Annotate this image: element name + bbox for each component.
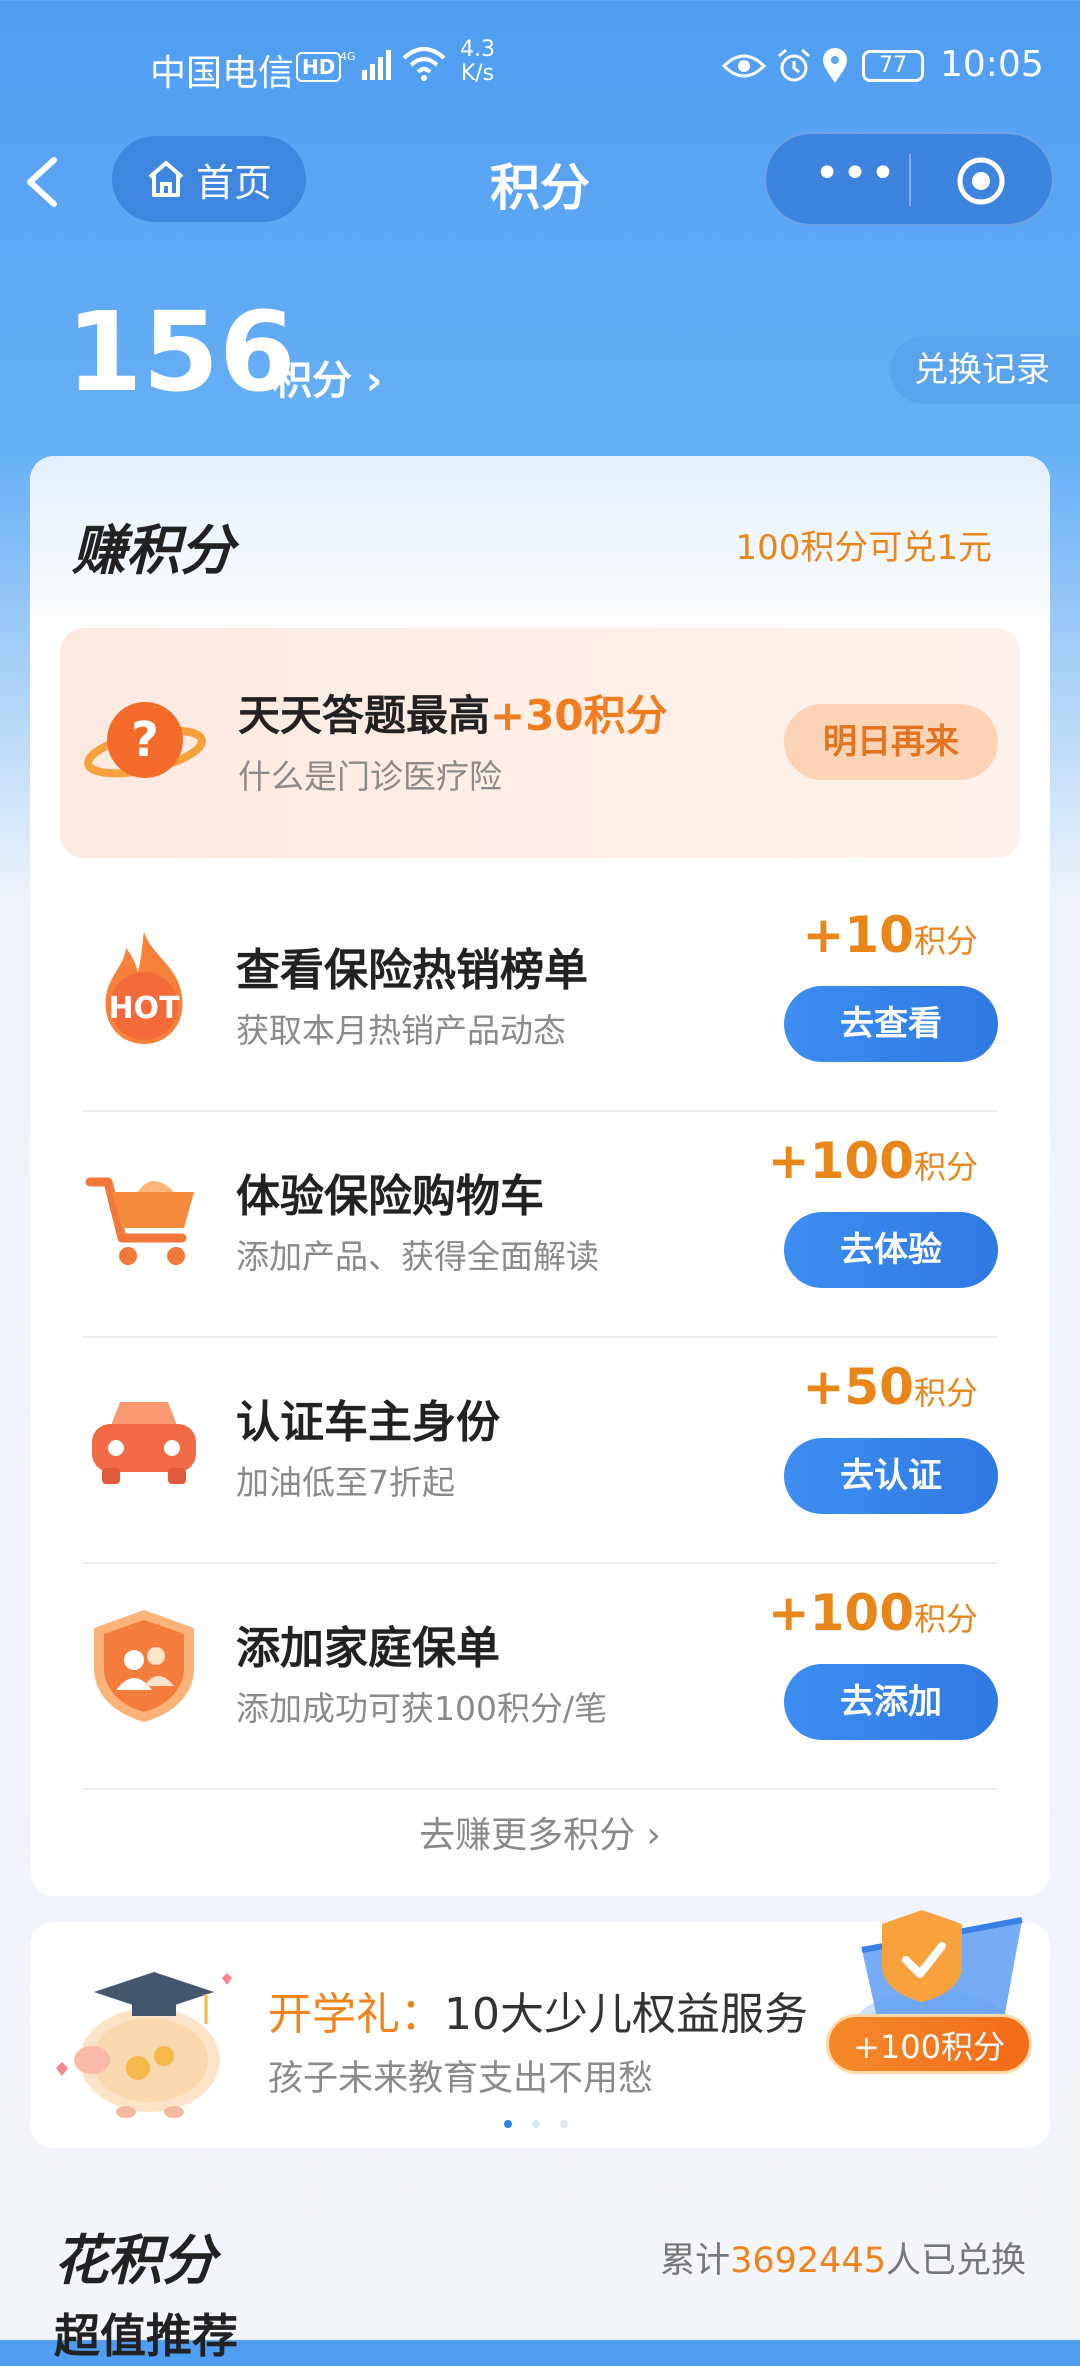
task-subtitle: 添加成功可获100积分/笔	[236, 1689, 608, 1728]
signal-icon: 4G	[340, 50, 391, 80]
task-subtitle: 加油低至7折起	[236, 1463, 455, 1502]
banner-title-text: 10大少儿权益服务	[444, 1989, 808, 2040]
more-menu-icon[interactable]: •••	[806, 152, 906, 204]
task-points-value: +100	[767, 1132, 914, 1190]
task-points-unit: 积分	[913, 922, 978, 960]
task-car-owner: 认证车主身份 加油低至7折起 +50积分 去认证	[82, 1338, 998, 1564]
task-shopping-cart: 体验保险购物车 添加产品、获得全面解读 +100积分 去体验	[82, 1112, 998, 1338]
add-button[interactable]: 去添加	[784, 1664, 998, 1740]
task-subtitle: 添加产品、获得全面解读	[236, 1237, 599, 1276]
exchange-count-prefix: 累计	[660, 2241, 731, 2281]
points-detail-link[interactable]: 积分 ›	[272, 348, 382, 406]
task-points-unit: 积分	[913, 1374, 978, 1412]
piggy-bank-graduation-icon	[56, 1972, 232, 2118]
quiz-points: +30积分	[490, 691, 668, 740]
verify-button[interactable]: 去认证	[784, 1438, 998, 1514]
exchange-count-number: 3692445	[730, 2241, 886, 2281]
earn-section-title: 赚积分	[72, 519, 234, 582]
earn-more-link[interactable]: 去赚更多积分 ›	[30, 1806, 1050, 1858]
alarm-icon	[778, 48, 810, 82]
quiz-title-text: 天天答题最高	[238, 691, 491, 740]
task-points: +10积分	[803, 906, 979, 964]
view-button[interactable]: 去查看	[784, 986, 998, 1062]
svg-text:?: ?	[131, 712, 159, 768]
earn-points-card: 赚积分 100积分可兑1元 ? 天天答题最高+30积分 什么是门诊医疗险 明日再…	[30, 456, 1050, 1896]
eye-icon	[722, 54, 766, 78]
location-icon	[823, 48, 847, 83]
redeem-record-button[interactable]: 兑换记录	[890, 336, 1080, 404]
capsule-divider	[909, 154, 911, 206]
exchange-count: 累计3692445人已兑换	[660, 2232, 1026, 2283]
exchange-count-suffix: 人已兑换	[885, 2241, 1026, 2281]
banner-points-badge: +100积分	[826, 2014, 1032, 2074]
task-points: +100积分	[768, 1132, 978, 1190]
task-family-policy: 添加家庭保单 添加成功可获100积分/笔 +100积分 去添加	[82, 1564, 998, 1790]
exchange-rate-note: 100积分可兑1元	[735, 528, 992, 568]
divider	[82, 1788, 998, 1790]
task-points-value: +100	[767, 1584, 914, 1642]
family-shield-icon	[94, 1610, 194, 1722]
task-points-unit: 积分	[913, 1148, 978, 1186]
quiz-subtitle: 什么是门诊医疗险	[238, 757, 502, 796]
task-title: 认证车主身份	[236, 1397, 500, 1448]
points-unit-label: 积分	[272, 358, 352, 404]
network-speed-value: 4.3	[460, 37, 495, 62]
task-points: +100积分	[768, 1584, 978, 1642]
banner-title: 开学礼：10大少儿权益服务	[268, 1978, 808, 2042]
hot-flame-icon: HOT	[105, 932, 183, 1044]
carousel-pager	[504, 2120, 568, 2128]
task-title: 体验保险购物车	[236, 1171, 544, 1222]
spend-section-title: 花积分	[54, 2229, 216, 2292]
carrier-name: 中国电信	[150, 53, 295, 94]
banner-title-highlight: 开学礼：	[268, 1989, 444, 2040]
quiz-title: 天天答题最高+30积分	[238, 682, 668, 743]
task-subtitle: 获取本月热销产品动态	[236, 1011, 566, 1050]
chevron-right-icon: ›	[352, 358, 383, 404]
clock: 10:05	[940, 44, 1044, 85]
shopping-cart-icon	[85, 1177, 194, 1265]
task-title: 查看保险热销榜单	[236, 945, 588, 996]
close-miniapp-icon[interactable]	[956, 156, 1006, 206]
miniapp-capsule: •••	[764, 132, 1054, 226]
task-points-unit: 积分	[913, 1600, 978, 1638]
question-planet-icon: ?	[84, 702, 206, 778]
points-balance: 156	[66, 288, 296, 416]
recommend-subtitle: 超值推荐	[54, 2309, 238, 2363]
come-back-tomorrow-button[interactable]: 明日再来	[784, 704, 998, 780]
daily-quiz-task[interactable]: ? 天天答题最高+30积分 什么是门诊医疗险 明日再来	[60, 628, 1020, 858]
status-bar: 中国电信 HD 4G 4.3 K/s 77 10:05	[0, 0, 1080, 130]
task-points-value: +10	[802, 906, 914, 964]
wifi-icon	[402, 47, 446, 81]
task-points-value: +50	[802, 1358, 914, 1416]
battery-icon: 77	[862, 50, 924, 82]
banner-subtitle: 孩子未来教育支出不用愁	[268, 2059, 654, 2099]
svg-text:4G: 4G	[340, 50, 356, 63]
try-button[interactable]: 去体验	[784, 1212, 998, 1288]
network-speed-unit: K/s	[460, 61, 495, 86]
network-speed: 4.3 K/s	[460, 38, 495, 86]
svg-text:HOT: HOT	[108, 991, 180, 1026]
task-hot-list: HOT 查看保险热销榜单 获取本月热销产品动态 +10积分 去查看	[82, 886, 998, 1112]
task-points: +50积分	[803, 1358, 979, 1416]
car-icon	[92, 1402, 196, 1484]
hd-badge: HD	[296, 52, 342, 82]
task-title: 添加家庭保单	[236, 1623, 500, 1674]
